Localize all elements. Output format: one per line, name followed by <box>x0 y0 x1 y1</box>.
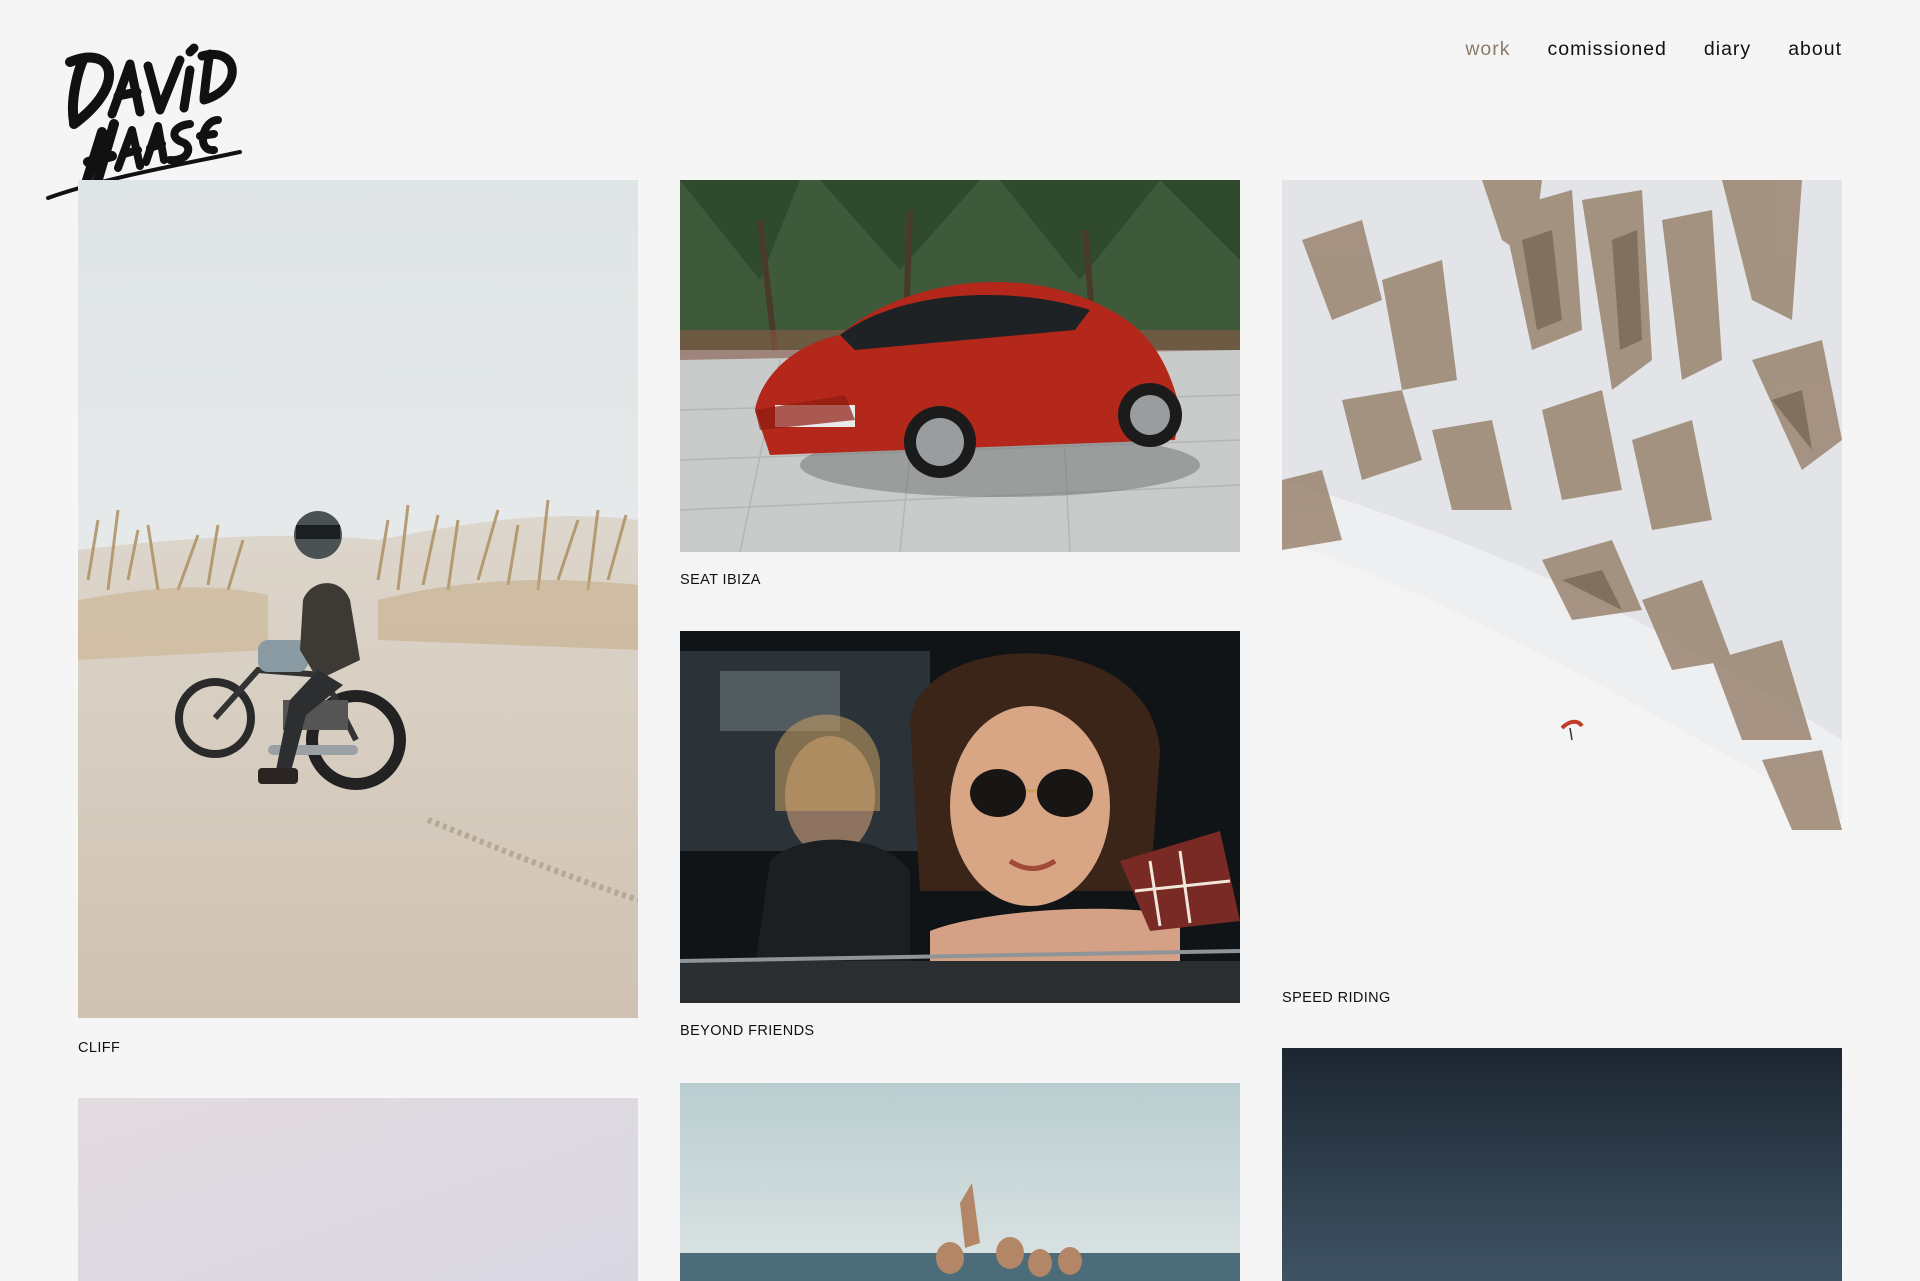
project-tile-pale-sky[interactable] <box>78 1098 638 1281</box>
project-tile-cliff[interactable] <box>78 180 638 1018</box>
snowy-mountain-image <box>1282 180 1842 968</box>
project-tile-seat-ibiza[interactable] <box>680 180 1240 552</box>
portfolio-page: work comissioned diary about CLIFF SEAT … <box>0 0 1920 1281</box>
main-nav: work comissioned diary about <box>1465 38 1842 61</box>
project-tile-beyond-friends[interactable] <box>680 631 1240 1003</box>
project-title-cliff[interactable]: CLIFF <box>78 1040 120 1056</box>
portrait-in-car-image <box>680 631 1240 1003</box>
project-tile-sea[interactable] <box>680 1083 1240 1281</box>
pale-sky-image <box>78 1098 638 1281</box>
nav-work[interactable]: work <box>1465 38 1510 61</box>
nav-diary[interactable]: diary <box>1704 38 1751 61</box>
project-tile-speed-riding[interactable] <box>1282 180 1842 968</box>
project-title-beyond-friends[interactable]: BEYOND FRIENDS <box>680 1023 815 1039</box>
motorcyclist-beach-image <box>78 180 638 1018</box>
project-tile-evening-sky[interactable] <box>1282 1048 1842 1281</box>
people-in-sea-image <box>680 1083 1240 1281</box>
nav-about[interactable]: about <box>1788 38 1842 61</box>
red-car-image <box>680 180 1240 552</box>
dark-sky-image <box>1282 1048 1842 1281</box>
project-title-seat-ibiza[interactable]: SEAT IBIZA <box>680 572 761 588</box>
project-title-speed-riding[interactable]: SPEED RIDING <box>1282 990 1391 1006</box>
nav-comissioned[interactable]: comissioned <box>1548 38 1667 61</box>
